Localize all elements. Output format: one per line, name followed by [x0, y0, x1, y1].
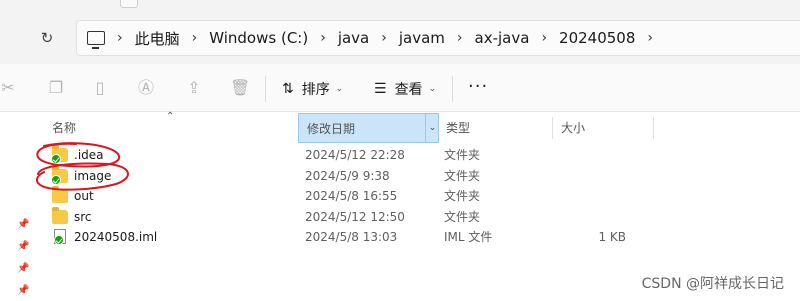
file-date: 2024/5/8 13:03 — [305, 230, 398, 244]
column-date-label: 修改日期 — [307, 122, 356, 136]
column-date-modified[interactable]: 修改日期 — [298, 113, 439, 143]
file-date: 2024/5/9 9:38 — [305, 168, 390, 183]
file-name: 20240508.iml — [74, 230, 158, 244]
toolbar-divider — [265, 76, 266, 102]
file-type: 文件夹 — [444, 209, 481, 224]
folder-icon — [52, 186, 68, 203]
breadcrumb-java[interactable]: java — [338, 29, 369, 47]
list-item-image[interactable]: image 2024/5/9 9:38 文件夹 — [36, 165, 800, 187]
column-size[interactable]: 大小 — [553, 113, 653, 143]
copy-icon[interactable]: ❐ — [46, 78, 66, 98]
cut-icon[interactable]: ✂ — [0, 78, 18, 98]
file-date: 2024/5/8 16:55 — [305, 189, 398, 203]
view-icon: ☰ — [374, 81, 387, 97]
folder-icon — [51, 165, 68, 185]
file-size — [556, 207, 626, 227]
chevron-right-icon[interactable]: › — [647, 30, 653, 46]
column-type[interactable]: 类型 — [438, 113, 550, 143]
file-size — [556, 145, 626, 165]
file-size — [556, 186, 626, 206]
list-item-src[interactable]: src 2024/5/12 12:50 文件夹 — [36, 206, 800, 228]
list-item-idea[interactable]: .idea 2024/5/12 22:28 文件夹 — [36, 145, 800, 166]
sort-button[interactable]: ⇅ 排序 ⌄ — [282, 76, 343, 102]
navigation-pane: 📌 📌 📌 📌 — [0, 113, 36, 301]
watermark: CSDN @阿祥成长日记 — [641, 276, 784, 292]
chevron-down-icon: ⌄ — [335, 84, 344, 94]
pin-icon[interactable]: 📌 — [17, 219, 29, 231]
list-item-out[interactable]: out 2024/5/8 16:55 文件夹 — [36, 186, 800, 207]
column-filter-dropdown[interactable]: ⌄ — [425, 113, 439, 143]
previous-toolbar-edge — [0, 0, 800, 14]
folder-icon — [52, 206, 68, 224]
address-bar[interactable]: › 此电脑 › Windows (C:) › java › javam › ax… — [76, 20, 800, 56]
file-name: .idea — [74, 148, 104, 162]
toolbar-divider — [452, 76, 453, 102]
breadcrumb-this-pc[interactable]: 此电脑 — [135, 28, 180, 49]
file-type: 文件夹 — [444, 148, 481, 162]
refresh-icon[interactable]: ↻ — [36, 27, 58, 49]
file-date: 2024/5/12 12:50 — [305, 209, 405, 224]
pin-icon[interactable]: 📌 — [17, 241, 29, 253]
nav-back-icon[interactable]: ‹ — [0, 26, 14, 52]
sort-icon: ⇅ — [282, 81, 294, 97]
pin-icon[interactable]: 📌 — [17, 285, 29, 297]
chevron-down-icon: ⌄ — [428, 84, 437, 94]
chevron-right-icon[interactable]: › — [457, 30, 463, 46]
column-name[interactable]: 名称 — [44, 113, 299, 143]
file-size — [556, 166, 626, 186]
file-size: 1 KB — [598, 230, 626, 244]
sort-label: 排序 — [301, 82, 330, 98]
breadcrumb-ax-java[interactable]: ax-java — [475, 29, 530, 47]
command-bar: ✂ ❐ ▯ Ⓐ ⇪ 🗑 ⇅ 排序 ⌄ ☰ 查看 ⌄ ··· — [0, 64, 800, 112]
list-item-iml[interactable]: 20240508.iml 2024/5/8 13:03 IML 文件 1 KB — [36, 227, 800, 248]
column-divider[interactable] — [653, 117, 654, 139]
file-list: .idea 2024/5/12 22:28 文件夹 image 2024/5/9… — [36, 145, 800, 248]
file-name: src — [74, 209, 92, 224]
view-label: 查看 — [394, 82, 423, 98]
share-icon[interactable]: ⇪ — [184, 78, 204, 98]
file-type: 文件夹 — [444, 168, 481, 183]
sync-check-icon — [51, 174, 61, 185]
file-type: 文件夹 — [444, 189, 481, 203]
file-name: image — [74, 168, 112, 183]
delete-icon[interactable]: 🗑 — [230, 78, 250, 98]
this-pc-icon — [87, 31, 105, 49]
file-icon — [54, 229, 66, 245]
file-date: 2024/5/12 22:28 — [305, 148, 405, 162]
pin-icon[interactable]: 📌 — [17, 263, 29, 275]
sync-check-icon — [54, 235, 64, 245]
breadcrumb-20240508[interactable]: 20240508 — [559, 29, 635, 47]
paste-icon[interactable]: ▯ — [90, 78, 110, 98]
sync-check-icon — [51, 154, 61, 164]
breadcrumb-javam[interactable]: javam — [399, 29, 445, 47]
chevron-right-icon[interactable]: › — [192, 30, 198, 46]
chevron-right-icon[interactable]: › — [117, 30, 123, 46]
rename-icon[interactable]: Ⓐ — [136, 78, 156, 98]
view-button[interactable]: ☰ 查看 ⌄ — [374, 76, 436, 102]
more-options-button[interactable]: ··· — [468, 78, 488, 96]
breadcrumb-drive[interactable]: Windows (C:) — [209, 29, 308, 47]
chevron-right-icon[interactable]: › — [320, 30, 326, 46]
address-row: ‹ ↻ › 此电脑 › Windows (C:) › java › javam … — [0, 14, 800, 64]
file-name: out — [74, 189, 94, 203]
file-type: IML 文件 — [444, 230, 493, 244]
column-header: ⌃ 名称 修改日期 ⌄ 类型 大小 — [36, 111, 800, 143]
chevron-right-icon[interactable]: › — [381, 30, 387, 46]
tab-edge — [120, 0, 138, 8]
chevron-right-icon[interactable]: › — [541, 30, 547, 46]
folder-icon — [51, 145, 68, 164]
